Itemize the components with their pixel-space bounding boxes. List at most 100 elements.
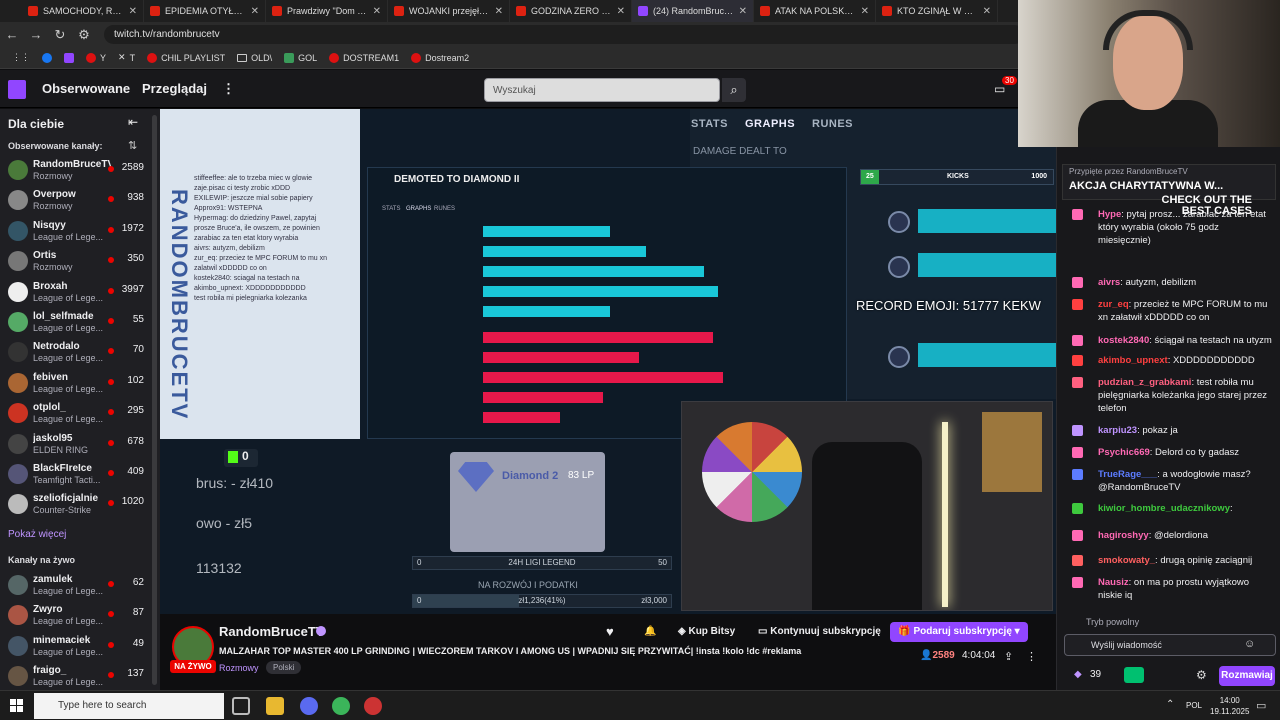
sort-icon[interactable]: ⇅ [128,139,137,152]
settings-icon[interactable]: ⚙ [1196,668,1207,682]
bookmark-dostream2[interactable]: Dostream2 [411,52,469,63]
browser-tab[interactable]: Prawdziwy "Dom dob ✕ [266,0,388,22]
nav-browse[interactable]: Przeglądaj [142,81,207,96]
bookmark-chil-playlist[interactable]: CHIL PLAYLIST [147,52,225,63]
site-info-icon[interactable]: ⚙ [72,27,96,43]
browser-tab[interactable]: EPIDEMIA OTYŁOŚCI ✕ [144,0,266,22]
chat-username[interactable]: kostek2840 [1098,335,1149,346]
bookmark-old-folder[interactable]: OLD\ [237,53,272,63]
video-player[interactable]: RANDOMBRUCETV stiffeeffee: ale to trzeba… [160,109,1056,614]
continue-sub-button[interactable]: ▭ Kontynuuj subskrypcję [758,622,881,642]
chat-username[interactable]: hagiroshyy [1098,530,1149,541]
chat-username[interactable]: zur_eq [1098,299,1129,310]
close-tab-icon[interactable]: ✕ [251,6,259,17]
sidebar-channel[interactable]: BlackFIreIce Teamfight Tacti... 409 [0,459,152,489]
close-tab-icon[interactable]: ✕ [495,6,503,17]
chat-message[interactable]: kiwior_hombre_udacznikowy: [1098,502,1274,515]
discord-icon[interactable] [300,697,318,715]
sidebar-channel[interactable]: Netrodalo League of Lege... 70 [0,337,152,367]
collapse-sidebar-icon[interactable]: ⇤ [128,115,138,129]
browser-tab[interactable]: (24) RandomBruceTV ✕ [632,0,754,22]
show-more-link[interactable]: Pokaż więcej [8,529,66,540]
chat-username[interactable]: Psychic669 [1098,447,1150,458]
bookmark-dostream1[interactable]: DOSTREAM1 [329,52,399,63]
obs-icon[interactable] [364,697,382,715]
sidebar-channel[interactable]: RandomBruceTV Rozmowy 2589 [0,155,152,185]
chrome-icon[interactable] [332,697,350,715]
back-icon[interactable]: ← [0,27,24,42]
nav-following[interactable]: Obserwowane [42,81,130,96]
browser-tab[interactable]: WOJANKI przejęły un ✕ [388,0,510,22]
windows-start-icon[interactable] [10,699,24,713]
file-explorer-icon[interactable] [266,697,284,715]
bookmark-gol[interactable]: GOL [284,52,317,63]
chat-message[interactable]: pudzian_z_grabkami: test robiła mu pielę… [1098,376,1274,415]
url-field[interactable]: twitch.tv/randombrucetv [104,25,1024,44]
chat-username[interactable]: smokowaty_ [1098,555,1155,566]
sidebar-channel[interactable]: Overpow Rozmowy 938 [0,185,152,215]
chat-username[interactable]: kiwior_hombre_udacznikowy [1098,503,1230,514]
chat-send-button[interactable]: Rozmawiaj [1219,666,1275,686]
more-icon[interactable]: ⋮ [1026,650,1037,663]
task-view-icon[interactable] [232,697,250,715]
chat-username[interactable]: Nausiz [1098,577,1129,588]
sidebar-channel[interactable]: zamulek League of Lege... 62 [0,570,152,600]
sidebar-channel[interactable]: Ortis Rozmowy 350 [0,246,152,276]
chat-username[interactable]: akimbo_upnext [1098,355,1168,366]
close-tab-icon[interactable]: ✕ [129,6,137,17]
channel-points-icon[interactable]: ◆ [1074,669,1082,680]
browser-tab[interactable]: KTO ZGINĄŁ W PIER ✕ [876,0,998,22]
chat-username[interactable]: Hype [1098,209,1121,220]
chat-message[interactable]: zur_eq: przecież te MPC FORUM to mu xn z… [1098,298,1274,324]
chat-username[interactable]: TrueRage___ [1098,469,1157,480]
sidebar-channel[interactable]: minemaciek League of Lege... 49 [0,631,152,661]
sidebar-channel[interactable]: szelioficjalnie Counter-Strike 1020 [0,489,152,519]
forward-icon[interactable]: → [24,27,48,42]
reload-icon[interactable]: ↻ [48,27,72,43]
chat-message[interactable]: Hype: pytaj prosz... zarabiać za ten eta… [1098,208,1274,247]
sidebar-channel[interactable]: otplol_ League of Lege... 295 [0,398,152,428]
bookmark-apps-icon[interactable]: ⋮⋮ [12,52,30,63]
bookmark-twitch[interactable] [64,52,74,63]
chat-message[interactable]: akimbo_upnext: XDDDDDDDDDDD [1098,354,1274,367]
emote-icon[interactable]: ☺ [1244,638,1255,650]
close-tab-icon[interactable]: ✕ [739,6,747,17]
gift-sub-button[interactable]: 🎁 Podaruj subskrypcję ▾ [890,622,1028,642]
sidebar-channel[interactable]: fraigo_ League of Lege... 137 [0,661,152,691]
sidebar-channel[interactable]: Broxah League of Lege... 3997 [0,277,152,307]
language-tag[interactable]: Polski [266,661,302,674]
stream-category[interactable]: Rozmowy [219,663,259,673]
close-tab-icon[interactable]: ✕ [861,6,869,17]
chat-username[interactable]: aivrs [1098,277,1120,288]
twitch-logo-icon[interactable] [8,80,26,99]
bookmark-facebook[interactable] [42,52,52,63]
language-indicator[interactable]: POL [1186,701,1202,710]
chat-message[interactable]: aivrs: autyzm, debilizm [1098,276,1274,289]
chat-message[interactable]: smokowaty_: drugą opinię zaciągnij [1098,554,1274,567]
chat-message[interactable]: Nausiz: on ma po prostu wyjątkowo niskie… [1098,576,1274,602]
chat-message[interactable]: hagiroshyy: @delordiona [1098,529,1274,542]
browser-tab[interactable]: SAMOCHODY, RESTA✕ [22,0,144,22]
close-tab-icon[interactable]: ✕ [983,6,991,17]
bell-icon[interactable]: 🔔 [644,622,656,642]
sidebar-channel[interactable]: Nisqyy League of Lege... 1972 [0,216,152,246]
sidebar-channel[interactable]: febiven League of Lege... 102 [0,368,152,398]
gift-icon[interactable] [1124,667,1144,683]
tray-chevron-icon[interactable]: ⌃ [1166,699,1174,710]
share-icon[interactable]: ⇪ [1004,650,1013,663]
chat-message[interactable]: Psychic669: Delord co ty gadasz [1098,446,1274,459]
chat-message[interactable]: TrueRage___: a wodogłowie masz? @RandomB… [1098,468,1274,494]
notifications-icon[interactable]: ▭ [1256,699,1266,712]
chat-username[interactable]: pudzian_z_grabkami [1098,377,1191,388]
clock[interactable]: 14:00 19.11.2025 [1210,695,1249,717]
sidebar-channel[interactable]: Zwyro League of Lege... 87 [0,600,152,630]
sidebar-channel[interactable]: lol_selfmade League of Lege... 55 [0,307,152,337]
chat-message[interactable]: kostek2840: ściągał na testach na utyzm [1098,334,1274,347]
search-input[interactable]: Wyszukaj [484,78,720,102]
bookmark-youtube[interactable]: Y [86,52,106,63]
close-tab-icon[interactable]: ✕ [617,6,625,17]
search-icon[interactable]: ⌕ [722,78,746,102]
more-options-icon[interactable]: ⋮ [222,81,235,97]
bits-button[interactable]: ◈ Kup Bitsy [678,622,735,642]
sidebar-scrollbar[interactable] [152,115,157,685]
